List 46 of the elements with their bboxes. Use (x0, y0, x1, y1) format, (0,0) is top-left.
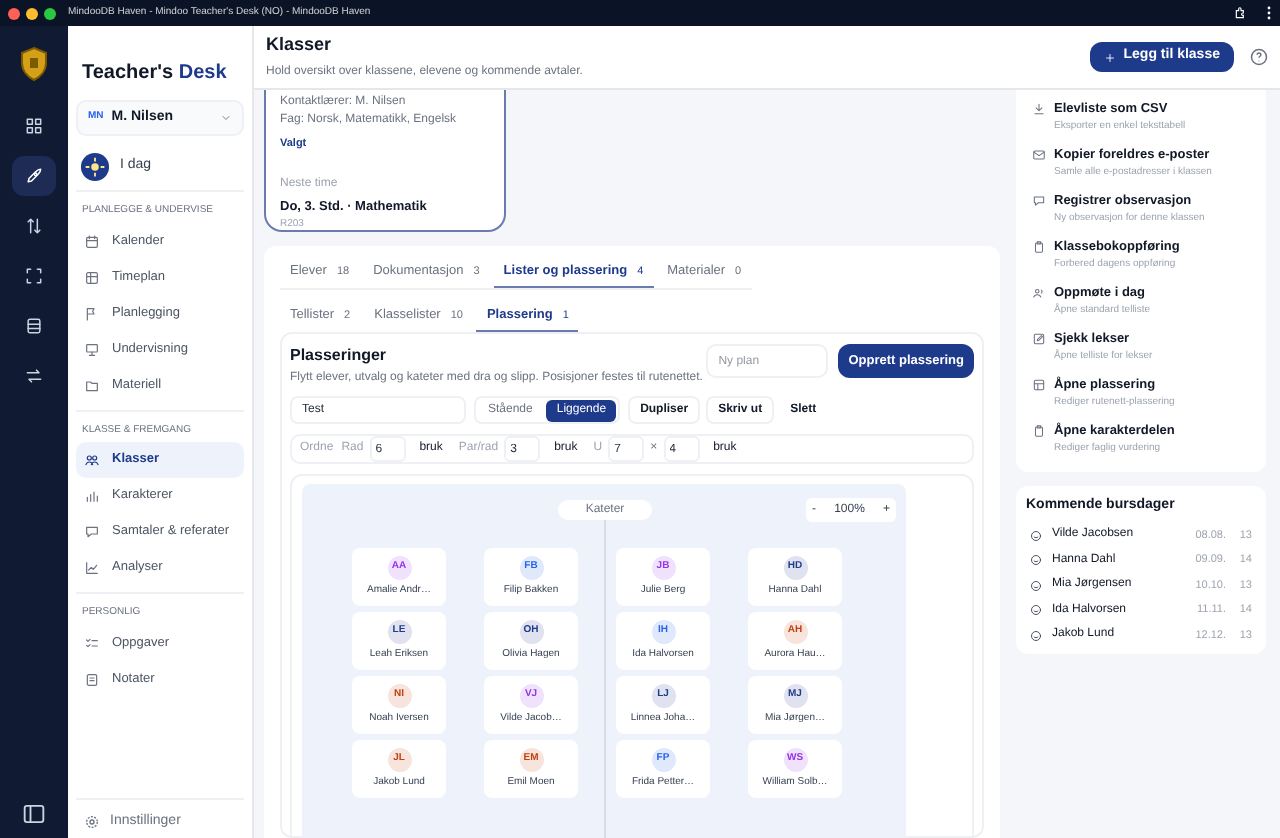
flag-icon (84, 305, 100, 321)
chevron-down-icon (220, 112, 232, 124)
swap-icon (24, 366, 44, 386)
brand-title-accent: Desk (178, 62, 227, 84)
checklist-icon (84, 635, 100, 651)
page-title: Klasser (266, 32, 334, 59)
clipboard-icon (1032, 240, 1046, 254)
shield-logo-icon (18, 46, 50, 82)
smiley-icon (1030, 604, 1042, 617)
people-icon (84, 452, 100, 468)
settings-icon[interactable] (84, 813, 100, 830)
chat-icon (1032, 194, 1046, 208)
smiley-icon (1030, 529, 1042, 542)
puzzle-icon[interactable] (1234, 6, 1248, 20)
smiley-icon (1030, 629, 1042, 642)
line-chart-icon (84, 560, 100, 576)
smiley-icon (1030, 579, 1042, 592)
calendar-icon (84, 233, 100, 249)
scan-icon (24, 266, 44, 286)
folder-icon (84, 377, 100, 393)
chat-icon (84, 524, 100, 540)
database-icon (24, 316, 44, 336)
people-icon (1032, 286, 1046, 300)
download-icon (1032, 102, 1046, 116)
more-icon[interactable] (1266, 6, 1272, 20)
help-icon[interactable] (1250, 48, 1268, 66)
sidebar-toggle-icon[interactable] (20, 800, 48, 828)
sun-badge-icon (80, 152, 110, 182)
smiley-icon (1030, 554, 1042, 567)
note-icon (84, 671, 100, 687)
layout-icon (1032, 378, 1046, 392)
maximize-window-button[interactable] (44, 7, 56, 19)
grid-icon (24, 116, 44, 136)
section-title: Plasseringer (290, 344, 389, 368)
plus-icon (1103, 51, 1116, 63)
sort-arrows-icon (24, 216, 44, 236)
timetable-icon (84, 269, 100, 285)
close-window-button[interactable] (8, 7, 20, 19)
bar-chart-icon (84, 488, 100, 504)
brand-title: Teacher's (82, 62, 174, 84)
edit-icon (1032, 332, 1046, 346)
presentation-icon (84, 341, 100, 357)
mail-icon (1032, 148, 1046, 162)
minimize-window-button[interactable] (26, 7, 38, 19)
clipboard-icon (1032, 424, 1046, 438)
rail-button[interactable] (12, 156, 56, 196)
